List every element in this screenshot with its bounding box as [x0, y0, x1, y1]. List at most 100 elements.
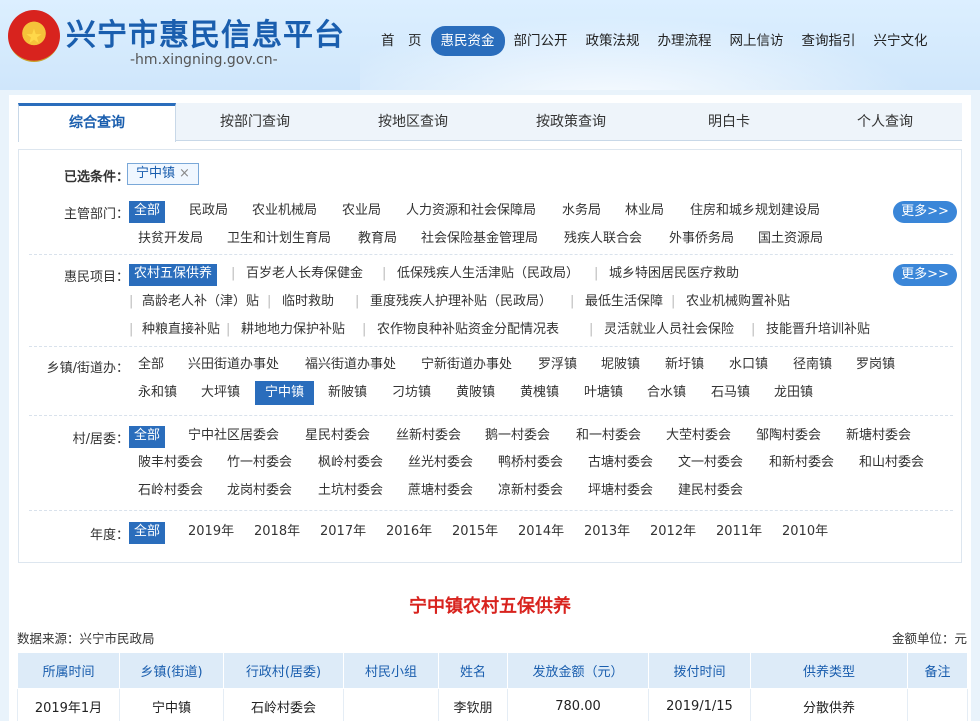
village-option[interactable]: 全部: [129, 426, 166, 448]
dept-option[interactable]: 卫生和计划生育局: [222, 229, 336, 251]
project-option[interactable]: 种粮直接补贴: [137, 320, 225, 342]
remove-chip-icon[interactable]: ×: [179, 166, 190, 181]
village-option[interactable]: 丝新村委会: [391, 426, 466, 448]
year-option[interactable]: 全部: [129, 522, 166, 544]
town-option[interactable]: 黄槐镇: [515, 383, 564, 405]
project-option[interactable]: 低保残疾人生活津贴（民政局）: [392, 264, 584, 286]
tab-by-region[interactable]: 按地区查询: [334, 103, 492, 141]
year-option[interactable]: 2010年: [777, 522, 833, 544]
village-option[interactable]: 新塘村委会: [841, 426, 916, 448]
nav-xingning-culture[interactable]: 兴宁文化: [865, 26, 937, 56]
project-option[interactable]: 最低生活保障: [580, 292, 668, 314]
town-option[interactable]: 合水镇: [642, 383, 691, 405]
project-option[interactable]: 耕地地力保护补贴: [236, 320, 350, 342]
nav-benefit-funds[interactable]: 惠民资金: [430, 26, 505, 56]
dept-option[interactable]: 农业机械局: [247, 201, 322, 223]
town-option[interactable]: 新陂镇: [323, 383, 372, 405]
village-option[interactable]: 文一村委会: [673, 453, 748, 475]
town-option[interactable]: 新圩镇: [660, 355, 709, 377]
dept-option[interactable]: 民政局: [184, 201, 233, 223]
nav-policies[interactable]: 政策法规: [577, 26, 649, 56]
town-option[interactable]: 叶塘镇: [579, 383, 628, 405]
nav-online-petition[interactable]: 网上信访: [721, 26, 793, 56]
town-option[interactable]: 龙田镇: [769, 383, 818, 405]
project-option[interactable]: 农业机械购置补贴: [681, 292, 795, 314]
village-option[interactable]: 大茔村委会: [661, 426, 736, 448]
tab-by-department[interactable]: 按部门查询: [176, 103, 334, 141]
nav-department-disclosure[interactable]: 部门公开: [505, 26, 577, 56]
dept-option[interactable]: 残疾人联合会: [559, 229, 647, 251]
dept-option[interactable]: 住房和城乡规划建设局: [685, 201, 825, 223]
year-option[interactable]: 2019年: [183, 522, 239, 544]
town-option[interactable]: 罗岗镇: [851, 355, 900, 377]
project-option[interactable]: 重度残疾人护理补贴（民政局）: [365, 292, 557, 314]
town-option[interactable]: 黄陂镇: [451, 383, 500, 405]
dept-option[interactable]: 全部: [129, 201, 166, 223]
village-option[interactable]: 石岭村委会: [133, 481, 208, 503]
village-option[interactable]: 鸭桥村委会: [493, 453, 568, 475]
year-option[interactable]: 2018年: [249, 522, 305, 544]
village-option[interactable]: 陂丰村委会: [133, 453, 208, 475]
town-option[interactable]: 径南镇: [788, 355, 837, 377]
town-option[interactable]: 大坪镇: [196, 383, 245, 405]
town-option[interactable]: 罗浮镇: [533, 355, 582, 377]
dept-option[interactable]: 社会保险基金管理局: [416, 229, 543, 251]
town-option[interactable]: 永和镇: [133, 383, 182, 405]
dept-option[interactable]: 水务局: [557, 201, 606, 223]
dept-option[interactable]: 农业局: [337, 201, 386, 223]
project-option[interactable]: 城乡特困居民医疗救助: [604, 264, 744, 286]
year-option[interactable]: 2011年: [711, 522, 767, 544]
dept-option[interactable]: 扶贫开发局: [133, 229, 208, 251]
village-option[interactable]: 竹一村委会: [222, 453, 297, 475]
tab-by-policy[interactable]: 按政策查询: [492, 103, 650, 141]
town-option[interactable]: 水口镇: [724, 355, 773, 377]
tab-personal[interactable]: 个人查询: [808, 103, 962, 141]
town-option[interactable]: 坭陂镇: [596, 355, 645, 377]
year-option[interactable]: 2015年: [447, 522, 503, 544]
village-option[interactable]: 凉新村委会: [493, 481, 568, 503]
village-option[interactable]: 丝光村委会: [403, 453, 478, 475]
village-option[interactable]: 星民村委会: [300, 426, 375, 448]
village-option[interactable]: 龙岗村委会: [222, 481, 297, 503]
project-more-button[interactable]: 更多>>: [893, 264, 957, 286]
project-option[interactable]: 农村五保供养: [129, 264, 218, 286]
year-option[interactable]: 2017年: [315, 522, 371, 544]
selected-chip[interactable]: 宁中镇 ×: [127, 163, 199, 185]
tab-comprehensive[interactable]: 综合查询: [18, 103, 176, 142]
town-option[interactable]: 兴田街道办事处: [183, 355, 284, 377]
dept-option[interactable]: 人力资源和社会保障局: [401, 201, 541, 223]
tab-clarity-card[interactable]: 明白卡: [650, 103, 808, 141]
dept-option[interactable]: 外事侨务局: [664, 229, 739, 251]
town-option[interactable]: 福兴街道办事处: [300, 355, 401, 377]
nav-procedures[interactable]: 办理流程: [649, 26, 721, 56]
project-option[interactable]: 临时救助: [277, 292, 339, 314]
town-option[interactable]: 石马镇: [706, 383, 755, 405]
project-option[interactable]: 技能晋升培训补贴: [761, 320, 875, 342]
village-option[interactable]: 土坑村委会: [313, 481, 388, 503]
project-option[interactable]: 农作物良种补贴资金分配情况表: [372, 320, 564, 342]
town-option[interactable]: 宁新街道办事处: [416, 355, 517, 377]
project-option[interactable]: 高龄老人补（津）贴: [137, 292, 264, 314]
dept-option[interactable]: 教育局: [353, 229, 402, 251]
village-option[interactable]: 蔗塘村委会: [403, 481, 478, 503]
dept-option[interactable]: 国土资源局: [753, 229, 828, 251]
village-option[interactable]: 邹陶村委会: [751, 426, 826, 448]
town-option[interactable]: 全部: [133, 355, 169, 377]
year-option[interactable]: 2013年: [579, 522, 635, 544]
village-option[interactable]: 古塘村委会: [583, 453, 658, 475]
year-option[interactable]: 2016年: [381, 522, 437, 544]
town-option-selected[interactable]: 宁中镇: [255, 381, 315, 405]
village-option[interactable]: 鹅一村委会: [480, 426, 555, 448]
project-option[interactable]: 灵活就业人员社会保险: [599, 320, 739, 342]
nav-query-guide[interactable]: 查询指引: [793, 26, 865, 56]
nav-home[interactable]: 首 页: [372, 26, 431, 56]
dept-option[interactable]: 林业局: [620, 201, 669, 223]
village-option[interactable]: 和新村委会: [764, 453, 839, 475]
village-option[interactable]: 宁中社区居委会: [183, 426, 284, 448]
dept-more-button[interactable]: 更多>>: [893, 201, 957, 223]
year-option[interactable]: 2012年: [645, 522, 701, 544]
year-option[interactable]: 2014年: [513, 522, 569, 544]
village-option[interactable]: 建民村委会: [673, 481, 748, 503]
village-option[interactable]: 枫岭村委会: [313, 453, 388, 475]
village-option[interactable]: 坪塘村委会: [583, 481, 658, 503]
